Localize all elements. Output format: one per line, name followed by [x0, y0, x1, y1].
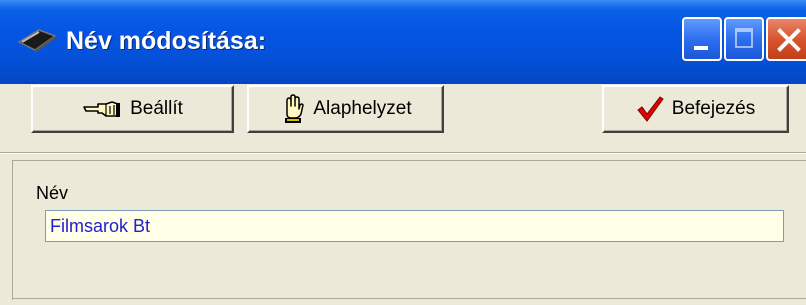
finish-button[interactable]: Befejezés	[602, 85, 789, 133]
maximize-icon	[735, 28, 753, 48]
title-bar[interactable]: Név módosítása:	[0, 0, 806, 84]
close-icon	[777, 28, 801, 52]
red-checkmark-icon	[637, 96, 664, 122]
name-input[interactable]	[45, 210, 784, 242]
maximize-button[interactable]	[724, 17, 764, 61]
panel-bottom-border	[12, 298, 806, 299]
reset-button[interactable]: Alaphelyzet	[247, 85, 444, 133]
close-button[interactable]	[766, 17, 806, 61]
reset-button-label: Alaphelyzet	[313, 98, 412, 119]
minimize-icon	[694, 46, 708, 50]
window-title: Név módosítása:	[66, 27, 267, 55]
finish-button-label: Befejezés	[671, 98, 756, 119]
toolbar: Beállít Alaphelyzet Befejezés	[0, 84, 806, 152]
set-button-label: Beállít	[130, 98, 183, 119]
set-button[interactable]: Beállít	[31, 85, 234, 133]
name-label: Név	[36, 183, 69, 203]
pointing-hand-icon	[83, 101, 121, 117]
pen-icon	[17, 26, 57, 54]
minimize-button[interactable]	[682, 17, 722, 61]
raised-hand-icon	[285, 94, 305, 123]
toolbar-separator	[0, 152, 806, 154]
